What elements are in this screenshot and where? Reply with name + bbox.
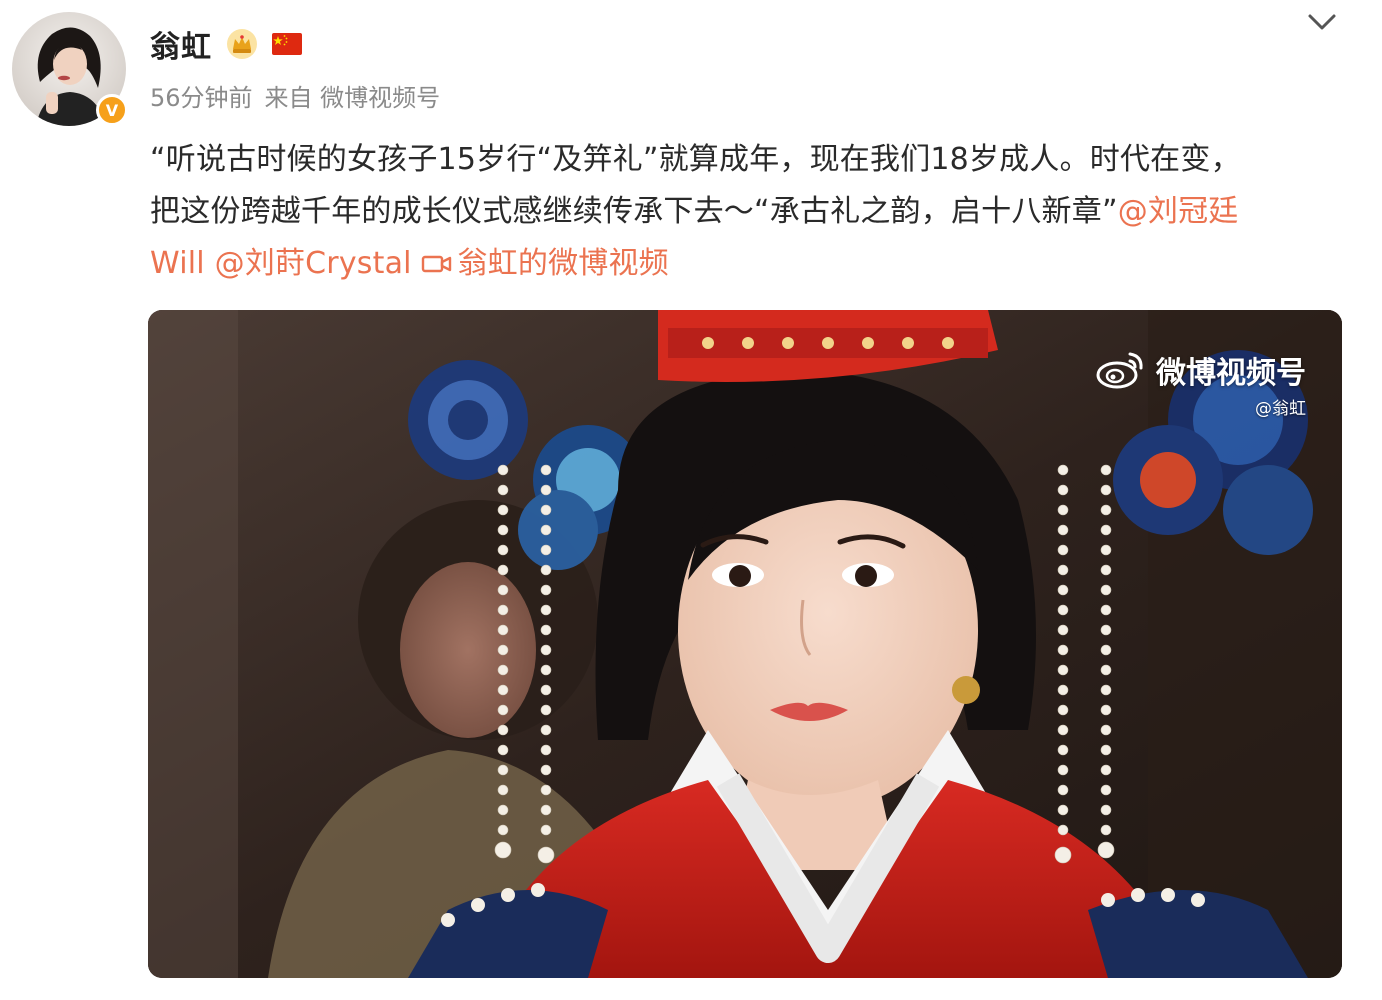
mention-link-liu-guanting[interactable]: @刘冠廷 <box>1118 194 1239 229</box>
post-text: “听说古时候的女孩子15岁行“及笄礼”就算成年，现在我们18岁成人。时代在变， … <box>150 134 1350 290</box>
weibo-logo-icon <box>1096 352 1143 389</box>
watermark-label: 微博视频号 <box>1156 356 1306 391</box>
post-text-line-1: “听说古时候的女孩子15岁行“及笄礼”就算成年，现在我们18岁成人。时代在变， <box>150 142 1241 177</box>
mention-link-liu-shi[interactable]: @刘莳Crystal <box>215 246 412 281</box>
weibo-video-watermark: 微博视频号 @翁虹 <box>1096 348 1306 419</box>
post-source[interactable]: 来自 微博视频号 <box>265 78 441 113</box>
crown-icon[interactable] <box>226 28 258 60</box>
post-text-line-3: Will @刘莳Crystal 翁虹的微博视频 <box>150 238 1350 290</box>
watermark-handle: @翁虹 <box>1255 399 1306 419</box>
chevron-down-icon[interactable] <box>1300 6 1344 38</box>
author-row: 翁虹 <box>150 20 302 68</box>
mention-link-liu-guanting-cont[interactable]: Will <box>150 246 205 281</box>
weibo-post: V 翁虹 56分钟前 来自 微博视频号 “听说古时候的女孩子15岁行“及笄礼”就… <box>0 0 1382 1000</box>
verified-badge-icon: V <box>96 94 128 126</box>
post-meta: 56分钟前 来自 微博视频号 <box>150 78 440 113</box>
author-name[interactable]: 翁虹 <box>150 22 212 66</box>
post-text-segment: 把这份跨越千年的成长仪式感继续传承下去～“承古礼之韵，启十八新章” <box>150 194 1118 229</box>
video-camera-icon <box>422 255 452 273</box>
post-time[interactable]: 56分钟前 <box>150 78 253 113</box>
post-text-line-2: 把这份跨越千年的成长仪式感继续传承下去～“承古礼之韵，启十八新章”@刘冠廷 <box>150 186 1350 238</box>
author-avatar-container[interactable]: V <box>12 12 128 126</box>
video-thumbnail[interactable]: 微博视频号 @翁虹 <box>148 310 1342 978</box>
video-link-label[interactable]: 翁虹的微博视频 <box>457 246 668 281</box>
watermark-row: 微博视频号 <box>1096 348 1306 392</box>
video-link[interactable]: 翁虹的微博视频 <box>421 246 669 281</box>
china-flag-icon <box>272 33 302 55</box>
